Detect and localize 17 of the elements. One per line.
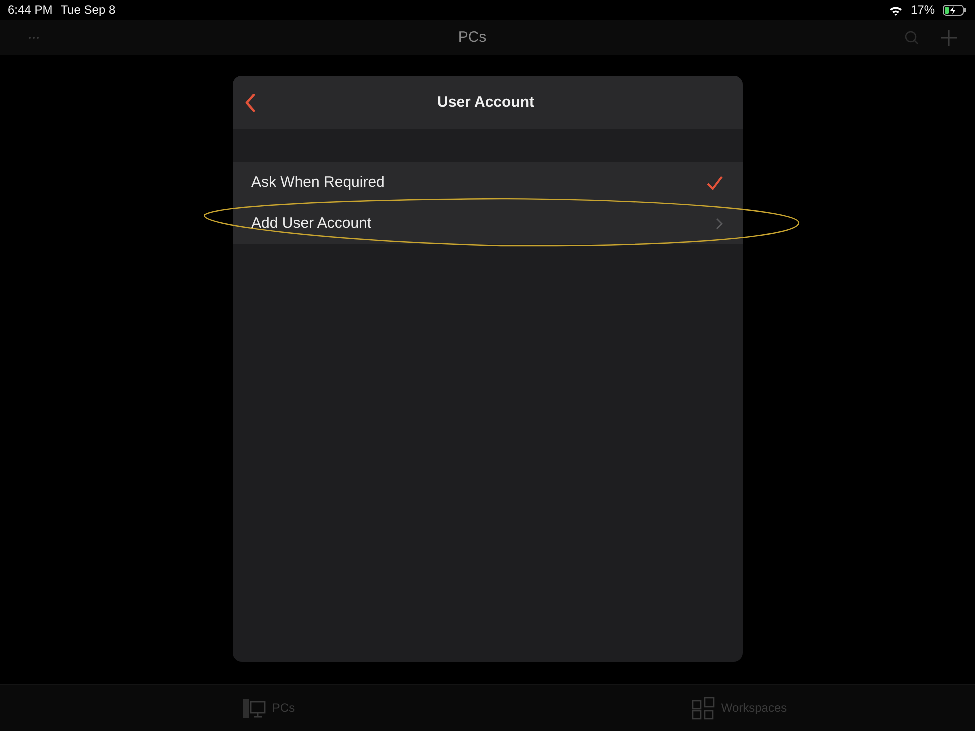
- chevron-icon: [716, 218, 722, 230]
- battery-percent: 17%: [910, 3, 935, 17]
- desktop-icon: [243, 698, 266, 718]
- wifi-icon: [888, 4, 903, 16]
- list-row[interactable]: Add User Account: [232, 203, 742, 244]
- back-icon[interactable]: [244, 94, 256, 112]
- more-icon[interactable]: [28, 36, 40, 40]
- add-icon[interactable]: [941, 30, 957, 46]
- grid-icon: [692, 696, 716, 720]
- list-row[interactable]: Ask When Required: [232, 162, 742, 203]
- search-icon[interactable]: [905, 30, 919, 44]
- status-time: 6:44 PM: [8, 3, 53, 17]
- nav-title: PCs: [457, 29, 488, 46]
- status-date: Tue Sep 8: [60, 3, 116, 17]
- row-label: Add User Account: [252, 215, 373, 232]
- dialog-title: User Account: [436, 94, 536, 111]
- row-label: Ask When Required: [252, 174, 386, 191]
